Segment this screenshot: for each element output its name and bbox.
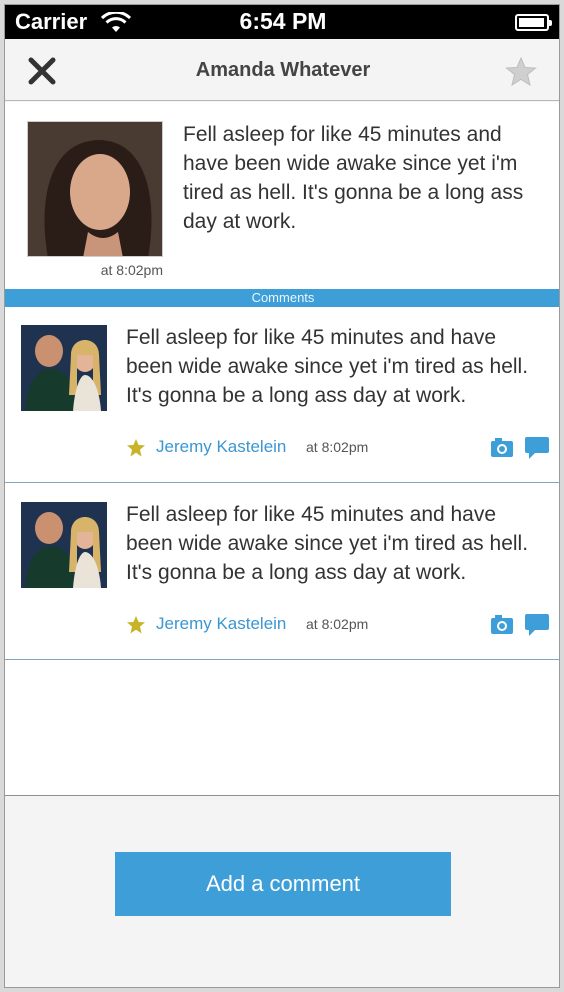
comment-item: Fell asleep for like 45 minutes and have… [5, 484, 559, 660]
comment-time: at 8:02pm [306, 616, 369, 632]
comment-bubble-icon[interactable] [525, 614, 549, 636]
footer: Add a comment [5, 797, 559, 987]
page-title: Amanda Whatever [195, 59, 371, 81]
camera-icon[interactable] [491, 438, 513, 457]
status-bar: Carrier 6:54 PM [5, 5, 559, 39]
comment-meta: Jeremy Kastelein at 8:02pm [126, 437, 549, 459]
star-icon[interactable] [505, 56, 537, 86]
comment-meta: Jeremy Kastelein at 8:02pm [126, 614, 549, 636]
comment-bubble-icon[interactable] [525, 437, 549, 459]
comment-text: Fell asleep for like 45 minutes and have… [126, 503, 529, 584]
phone-screen: Carrier 6:54 PM Amanda Whatever at 8:02p… [4, 4, 560, 988]
comment-item: Fell asleep for like 45 minutes and have… [5, 307, 559, 483]
camera-icon[interactable] [491, 615, 513, 634]
star-icon [127, 439, 145, 457]
add-comment-button[interactable]: Add a comment [115, 852, 451, 916]
comment-avatar [21, 325, 107, 411]
main-post: at 8:02pm Fell asleep for like 45 minute… [5, 102, 559, 289]
post-time: at 8:02pm [100, 262, 163, 278]
comment-time: at 8:02pm [306, 439, 369, 455]
post-text: Fell asleep for like 45 minutes and have… [183, 123, 524, 233]
comments-header: Comments [5, 289, 559, 307]
comment-author-link[interactable]: Jeremy Kastelein [156, 614, 286, 634]
comment-avatar [21, 502, 107, 588]
comment-text: Fell asleep for like 45 minutes and have… [126, 326, 529, 407]
battery-icon [515, 14, 552, 31]
content-area: at 8:02pm Fell asleep for like 45 minute… [5, 102, 559, 796]
navigation-bar: Amanda Whatever [5, 39, 559, 101]
post-avatar [27, 121, 163, 257]
status-time: 6:54 PM [239, 8, 327, 34]
comment-author-link[interactable]: Jeremy Kastelein [156, 437, 286, 457]
star-icon [127, 616, 145, 634]
